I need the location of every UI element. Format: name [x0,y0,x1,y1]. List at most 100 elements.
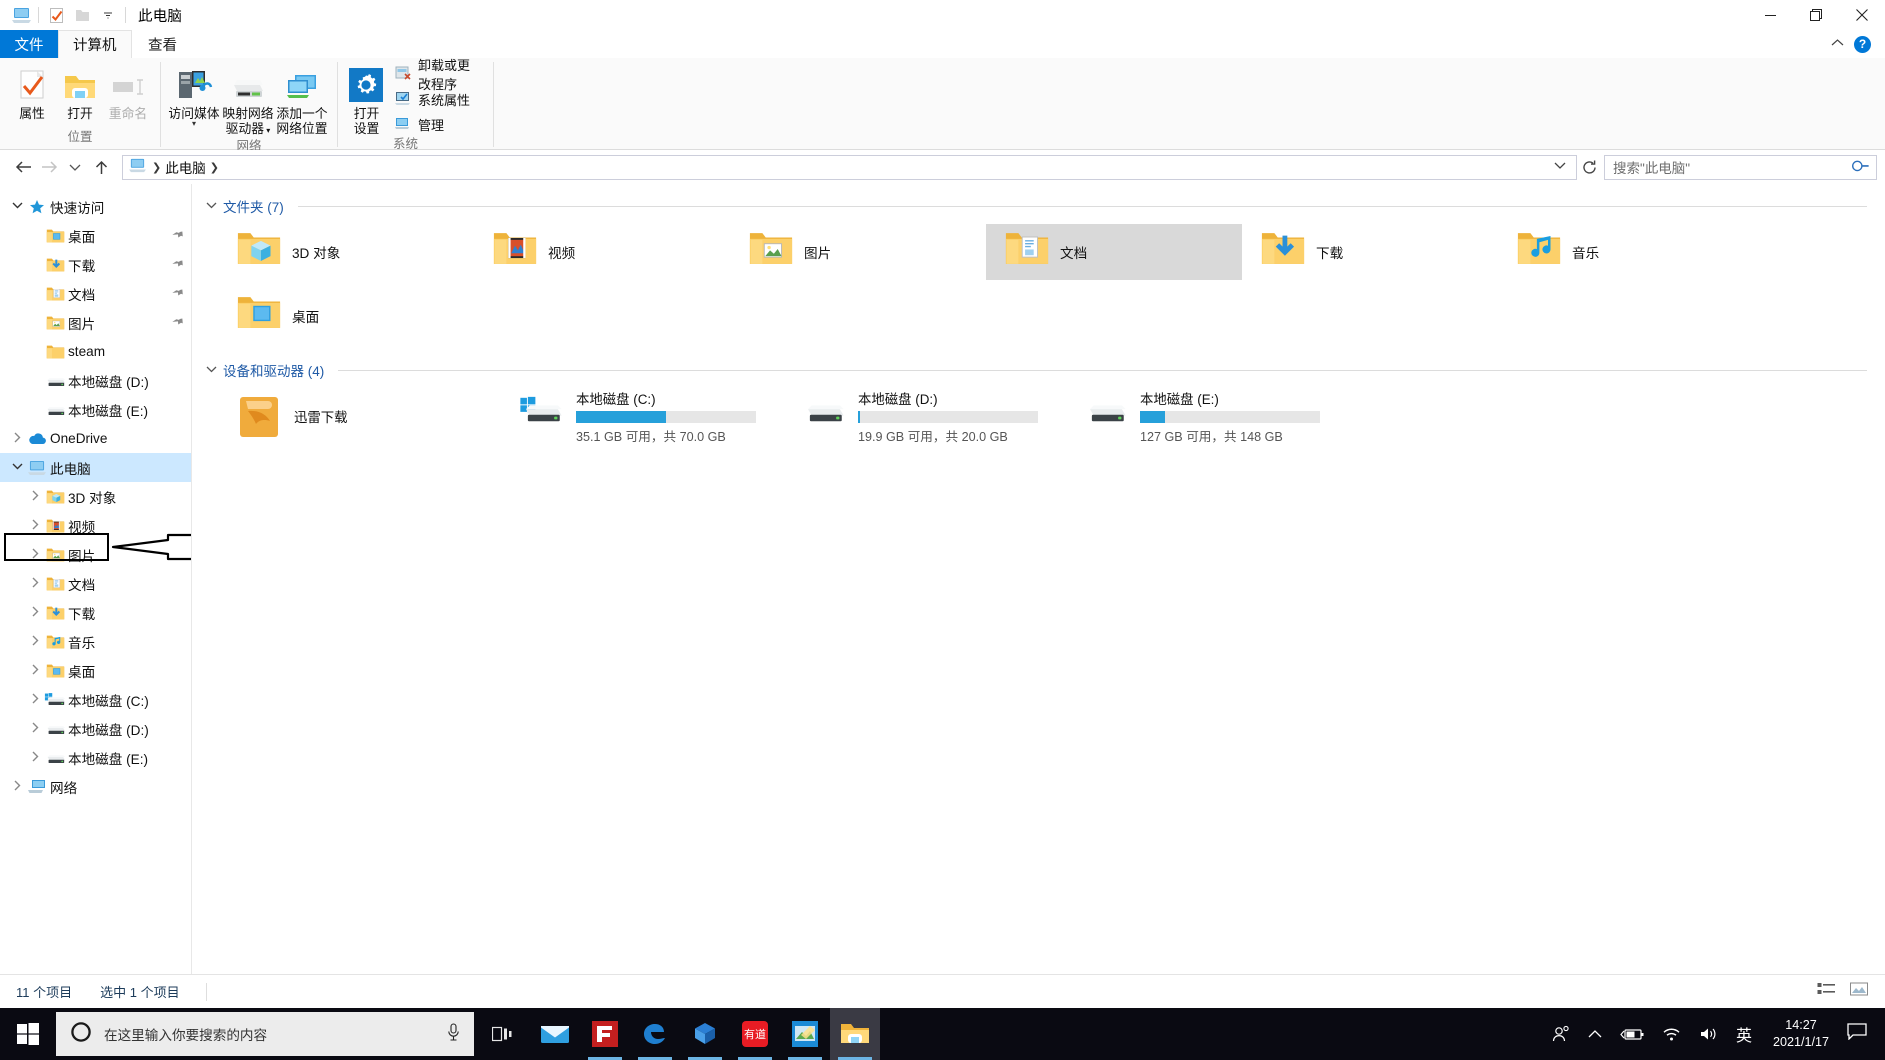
pin-icon[interactable] [168,284,187,303]
minimize-button[interactable] [1747,0,1793,30]
tree-item-0[interactable]: 快速访问 [0,192,191,221]
properties-check-icon[interactable] [43,2,69,28]
folder-tile[interactable]: 图片 [730,224,986,280]
search-icon[interactable] [1849,155,1872,178]
open-button[interactable]: 打开 [56,63,104,121]
tree-item-3[interactable]: 文档 [0,279,191,308]
tree-item-18[interactable]: 本地磁盘 (D:) [0,714,191,743]
tree-item-13[interactable]: 文档 [0,569,191,598]
navigation-pane[interactable]: 快速访问 桌面 下载 文档 图片 steam 本地磁盘 (D:) 本地磁盘 (E:) OneDr… [0,184,192,974]
chevron-right-icon[interactable] [26,606,44,620]
system-properties-button[interactable]: 系统属性 [391,88,485,110]
action-center-icon[interactable] [1841,1023,1881,1045]
rename-button[interactable]: 重命名 [104,63,152,121]
chevron-right-icon[interactable] [26,751,44,765]
taskbar-app-youdao[interactable]: 有道 [730,1008,780,1060]
tree-item-1[interactable]: 桌面 [0,221,191,250]
add-network-location-button[interactable]: 添加一个 网络位置 [275,63,329,136]
large-icons-view-icon[interactable] [1850,982,1869,1002]
map-network-drive-button[interactable]: 映射网络 驱动器 ▾ [221,63,275,138]
chevron-down-icon[interactable] [1548,161,1572,173]
tree-item-2[interactable]: 下载 [0,250,191,279]
folder-tile[interactable]: 迅雷下载 [218,387,500,445]
breadcrumb-bar[interactable]: ❯ 此电脑 ❯ [122,154,1577,180]
chevron-right-icon[interactable] [26,490,44,504]
taskbar-app-photo-editor[interactable] [780,1008,830,1060]
task-view-button[interactable] [474,1008,530,1060]
customize-dropdown-icon[interactable] [95,2,121,28]
group-header-folders[interactable]: 文件夹 (7) [192,190,1885,216]
tree-item-9[interactable]: 此电脑 [0,453,191,482]
back-button[interactable] [10,154,36,180]
tree-item-14[interactable]: 下载 [0,598,191,627]
chevron-right-icon[interactable] [26,693,44,707]
breadcrumb-separator-2[interactable]: ❯ [206,161,223,174]
manage-button[interactable]: 管理 [391,113,485,135]
tree-item-5[interactable]: steam [0,337,191,366]
folder-tile[interactable]: 桌面 [218,288,474,344]
taskbar-app-mail[interactable] [530,1008,580,1060]
tree-item-6[interactable]: 本地磁盘 (D:) [0,366,191,395]
chevron-right-icon[interactable] [26,664,44,678]
this-pc-icon[interactable] [8,2,34,28]
pin-icon[interactable] [168,313,187,332]
taskbar-app-sketchup[interactable] [680,1008,730,1060]
microphone-icon[interactable] [447,1022,460,1046]
refresh-button[interactable] [1577,154,1601,180]
drive-tile[interactable]: 本地磁盘 (E:) 127 GB 可用，共 148 GB [1064,387,1346,445]
cortana-circle-icon[interactable] [70,1021,92,1048]
tree-item-8[interactable]: OneDrive [0,424,191,453]
start-button[interactable] [0,1008,56,1060]
maximize-restore-button[interactable] [1793,0,1839,30]
breadcrumb-item-this-pc[interactable]: 此电脑 [165,157,206,177]
help-icon[interactable]: ? [1854,35,1871,53]
tree-item-4[interactable]: 图片 [0,308,191,337]
chevron-right-icon[interactable] [8,432,26,446]
folder-tile[interactable]: 下载 [1242,224,1498,280]
forward-button[interactable] [36,154,62,180]
recent-locations-button[interactable] [62,154,88,180]
chevron-up-icon[interactable] [1579,1029,1611,1039]
chevron-right-icon[interactable] [26,548,44,562]
tree-item-17[interactable]: 本地磁盘 (C:) [0,685,191,714]
tree-item-12[interactable]: 图片 [0,540,191,569]
group-header-devices[interactable]: 设备和驱动器 (4) [192,354,1885,380]
tab-file[interactable]: 文件 [0,30,58,58]
taskbar-app-file-explorer[interactable] [830,1008,880,1060]
people-icon[interactable] [1543,1025,1579,1043]
taskbar-clock[interactable]: 14:27 2021/1/17 [1761,1017,1841,1051]
drive-tile[interactable]: 本地磁盘 (C:) 35.1 GB 可用，共 70.0 GB [500,387,782,445]
folder-tile[interactable]: 视频 [474,224,730,280]
pin-icon[interactable] [168,226,187,245]
pin-icon[interactable] [168,255,187,274]
tree-item-10[interactable]: 3D 对象 [0,482,191,511]
tree-item-15[interactable]: 音乐 [0,627,191,656]
uninstall-program-button[interactable]: 卸载或更改程序 [391,58,485,92]
battery-charging-icon[interactable] [1611,1027,1653,1042]
volume-icon[interactable] [1690,1026,1727,1042]
chevron-down-icon[interactable] [206,365,217,376]
search-box[interactable]: 搜索"此电脑" [1604,154,1877,180]
close-button[interactable] [1839,0,1885,30]
taskbar-app-edge[interactable] [630,1008,680,1060]
breadcrumb-root[interactable] [127,158,148,176]
breadcrumb-separator-1[interactable]: ❯ [148,161,165,174]
tab-view[interactable]: 查看 [132,30,194,58]
chevron-down-icon[interactable] [8,201,26,212]
chevron-right-icon[interactable] [26,519,44,533]
taskbar-app-foxmail[interactable] [580,1008,630,1060]
tree-item-20[interactable]: 网络 [0,772,191,801]
wifi-icon[interactable] [1653,1027,1690,1042]
chevron-down-icon[interactable] [206,201,217,212]
drive-tile[interactable]: 本地磁盘 (D:) 19.9 GB 可用，共 20.0 GB [782,387,1064,445]
file-list-pane[interactable]: 文件夹 (7) 3D 对象 视频 图片 文档 下载 音乐 桌面 设备和驱动器 (4) 迅雷下… [192,184,1885,974]
tree-item-19[interactable]: 本地磁盘 (E:) [0,743,191,772]
chevron-right-icon[interactable] [26,722,44,736]
folder-tile[interactable]: 音乐 [1498,224,1754,280]
folder-tile[interactable]: 3D 对象 [218,224,474,280]
tab-computer[interactable]: 计算机 [58,30,132,58]
tree-item-7[interactable]: 本地磁盘 (E:) [0,395,191,424]
taskbar-search-box[interactable]: 在这里输入你要搜索的内容 [56,1012,474,1056]
open-settings-button[interactable]: 打开 设置 [348,63,385,136]
access-media-dropdown-icon[interactable]: ▾ [192,120,196,128]
